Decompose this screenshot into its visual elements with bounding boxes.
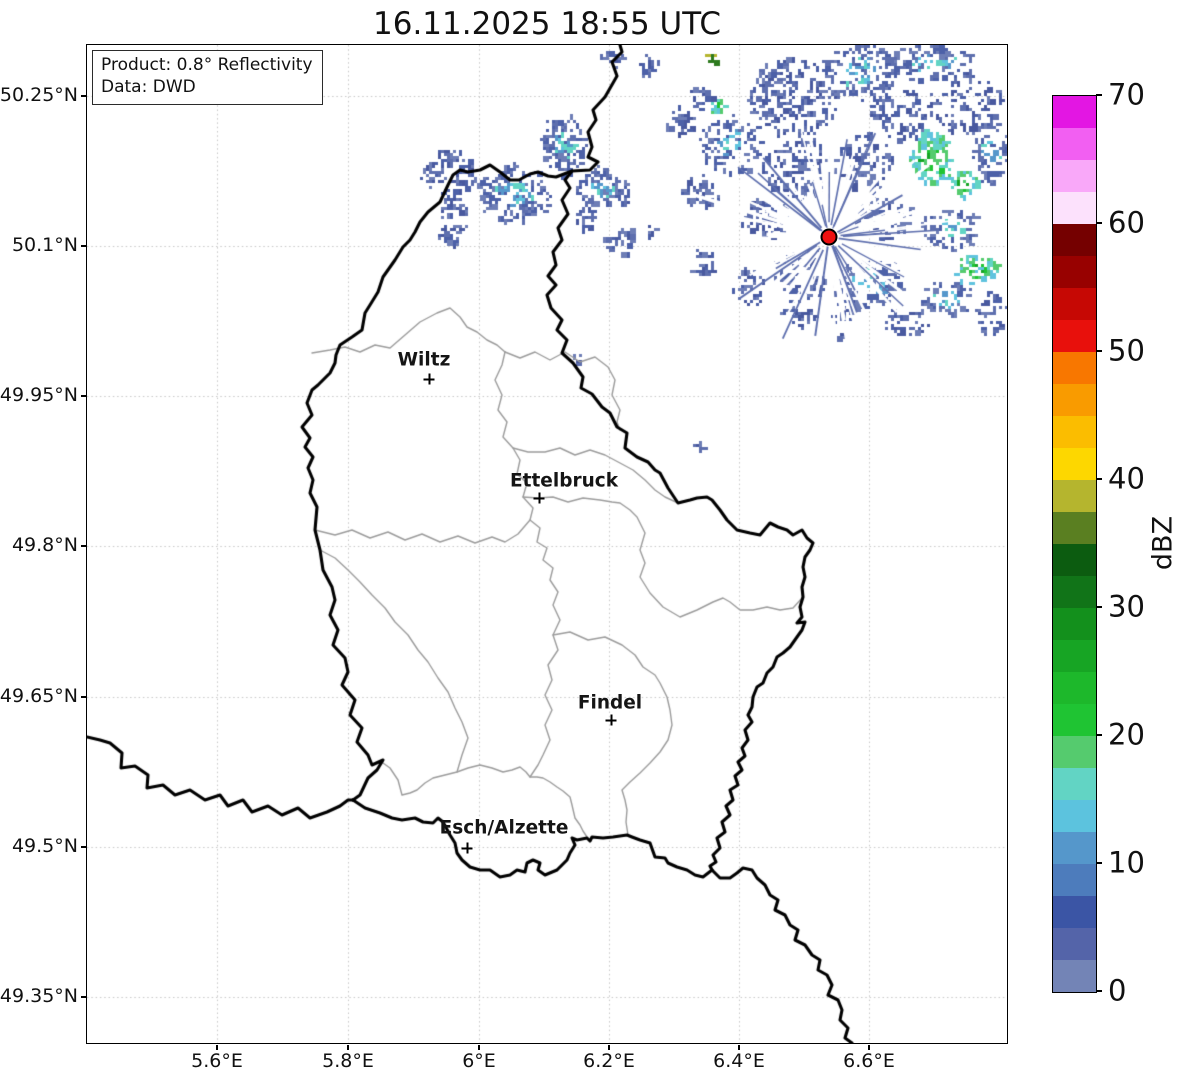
colorbar-tick-mark bbox=[1096, 222, 1102, 224]
colorbar-segment bbox=[1053, 927, 1096, 960]
colorbar-segment bbox=[1053, 671, 1096, 704]
lon-tick-mark bbox=[738, 1044, 740, 1050]
colorbar-segment bbox=[1053, 575, 1096, 608]
colorbar-segment bbox=[1053, 287, 1096, 320]
colorbar-tick-mark bbox=[1096, 862, 1102, 864]
lon-tick-label: 6.2°E bbox=[583, 1050, 635, 1072]
colorbar-segment bbox=[1053, 383, 1096, 416]
colorbar-segment bbox=[1053, 127, 1096, 160]
lat-tick-mark bbox=[81, 95, 86, 97]
lon-tick-mark bbox=[478, 1044, 480, 1050]
map-area bbox=[85, 43, 1008, 1044]
colorbar-segment bbox=[1053, 735, 1096, 768]
colorbar-tick-mark bbox=[1096, 606, 1102, 608]
city-label: Esch/Alzette bbox=[439, 817, 569, 839]
lat-tick-label: 50.25°N bbox=[0, 83, 78, 106]
colorbar-segment bbox=[1053, 831, 1096, 864]
colorbar-tick-mark bbox=[1096, 990, 1102, 992]
colorbar-segment bbox=[1053, 351, 1096, 384]
city-marker bbox=[533, 492, 545, 504]
colorbar-tick-label: 0 bbox=[1108, 973, 1127, 1008]
lat-tick-label: 49.65°N bbox=[0, 684, 78, 707]
colorbar-segment bbox=[1053, 447, 1096, 480]
product-info-box: Product: 0.8° Reflectivity Data: DWD bbox=[92, 50, 323, 105]
colorbar-tick-label: 40 bbox=[1108, 461, 1145, 496]
colorbar-tick-label: 70 bbox=[1108, 77, 1145, 112]
colorbar-tick-label: 20 bbox=[1108, 717, 1145, 752]
lon-tick-mark bbox=[868, 1044, 870, 1050]
lon-tick-mark bbox=[347, 1044, 349, 1050]
colorbar-tick-label: 50 bbox=[1108, 333, 1145, 368]
colorbar-segment bbox=[1053, 159, 1096, 192]
lat-tick-label: 49.35°N bbox=[0, 984, 78, 1007]
colorbar-segment bbox=[1053, 511, 1096, 544]
colorbar-segment bbox=[1053, 415, 1096, 448]
lon-tick-mark bbox=[608, 1044, 610, 1050]
colorbar-segment bbox=[1053, 639, 1096, 672]
lon-tick-label: 6°E bbox=[462, 1050, 496, 1072]
lat-tick-mark bbox=[81, 545, 86, 547]
product-line: Product: 0.8° Reflectivity bbox=[101, 55, 313, 75]
city-label: Wiltz bbox=[397, 349, 451, 371]
city-label: Findel bbox=[577, 692, 643, 714]
lon-tick-label: 5.6°E bbox=[191, 1050, 243, 1072]
colorbar-segment bbox=[1053, 767, 1096, 800]
colorbar-tick-label: 30 bbox=[1108, 589, 1145, 624]
lon-tick-mark bbox=[216, 1044, 218, 1050]
lat-tick-mark bbox=[81, 696, 86, 698]
lat-tick-mark bbox=[81, 846, 86, 848]
lon-tick-label: 6.6°E bbox=[843, 1050, 895, 1072]
colorbar-segment bbox=[1053, 959, 1096, 992]
lat-tick-mark bbox=[81, 245, 86, 247]
lat-tick-mark bbox=[81, 996, 86, 998]
colorbar-tick-label: 60 bbox=[1108, 205, 1145, 240]
colorbar-tick-mark bbox=[1096, 478, 1102, 480]
colorbar-segment bbox=[1053, 255, 1096, 288]
lat-tick-label: 49.5°N bbox=[11, 834, 78, 857]
colorbar-segment bbox=[1053, 191, 1096, 224]
colorbar bbox=[1052, 95, 1097, 993]
colorbar-segment bbox=[1053, 479, 1096, 512]
figure-title: 16.11.2025 18:55 UTC bbox=[373, 6, 721, 42]
lat-tick-mark bbox=[81, 395, 86, 397]
lat-tick-label: 49.8°N bbox=[11, 533, 78, 556]
radar-site-dot bbox=[820, 228, 838, 246]
city-marker bbox=[461, 842, 473, 854]
city-marker bbox=[423, 373, 435, 385]
map-canvas bbox=[86, 44, 1007, 1043]
lon-tick-label: 6.4°E bbox=[713, 1050, 765, 1072]
colorbar-segment bbox=[1053, 799, 1096, 832]
city-marker bbox=[605, 714, 617, 726]
colorbar-segment bbox=[1053, 95, 1096, 128]
colorbar-segment bbox=[1053, 863, 1096, 896]
lat-tick-label: 49.95°N bbox=[0, 383, 78, 406]
colorbar-segment bbox=[1053, 543, 1096, 576]
colorbar-tick-mark bbox=[1096, 734, 1102, 736]
colorbar-segment bbox=[1053, 703, 1096, 736]
city-label: Ettelbruck bbox=[509, 470, 619, 492]
colorbar-segment bbox=[1053, 319, 1096, 352]
colorbar-tick-label: 10 bbox=[1108, 845, 1145, 880]
colorbar-segment bbox=[1053, 607, 1096, 640]
colorbar-tick-mark bbox=[1096, 94, 1102, 96]
radar-figure: 16.11.2025 18:55 UTC Product: 0.8° Refle… bbox=[0, 0, 1184, 1081]
colorbar-segment bbox=[1053, 895, 1096, 928]
colorbar-unit-label: dBZ bbox=[1147, 515, 1179, 571]
data-source-line: Data: DWD bbox=[101, 77, 196, 98]
colorbar-tick-mark bbox=[1096, 350, 1102, 352]
colorbar-segment bbox=[1053, 223, 1096, 256]
lon-tick-label: 5.8°E bbox=[322, 1050, 374, 1072]
lat-tick-label: 50.1°N bbox=[11, 233, 78, 256]
